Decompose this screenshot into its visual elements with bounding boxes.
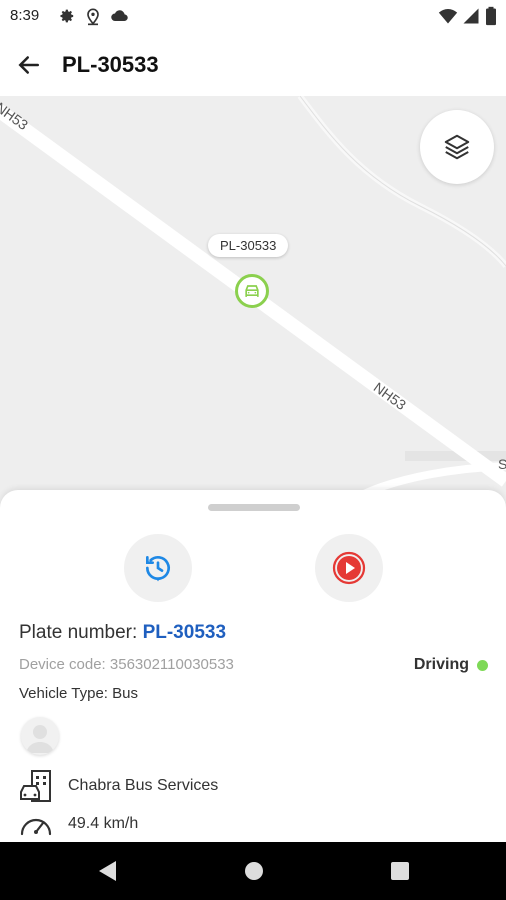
history-icon xyxy=(146,556,170,582)
layers-icon xyxy=(444,134,470,160)
avatar[interactable] xyxy=(21,717,59,755)
road-label-s: S xyxy=(498,456,506,472)
map-view[interactable]: NH53 NH53 S PL-30533 xyxy=(0,96,506,516)
location-pin-icon xyxy=(87,8,99,26)
arrow-left-icon[interactable] xyxy=(14,50,44,80)
plate-number: Plate number: PL-30533 xyxy=(19,622,226,644)
plate-label: Plate number: xyxy=(19,622,143,643)
recents-square-icon[interactable] xyxy=(389,859,411,883)
back-triangle-icon[interactable] xyxy=(96,859,118,883)
company-name: Chabra Bus Services xyxy=(68,777,219,794)
status-time: 8:39 xyxy=(10,7,40,24)
plate-value: PL-30533 xyxy=(142,622,227,643)
company-row: Chabra Bus Services xyxy=(18,768,218,804)
cloud-icon xyxy=(111,10,128,22)
vehicle-marker[interactable] xyxy=(235,274,269,308)
vehicle-map-label: PL-30533 xyxy=(208,234,289,257)
building-vehicle-icon xyxy=(20,770,51,802)
vehicle-type: Vehicle Type: Bus xyxy=(19,685,138,702)
vehicle-info-sheet: Plate number: PL-30533 Device code: 3563… xyxy=(0,490,506,842)
gear-icon xyxy=(60,9,74,23)
play-icon xyxy=(332,551,366,585)
playback-button[interactable] xyxy=(315,534,383,602)
status-bar: 8:39 xyxy=(0,0,506,32)
page-title: PL-30533 xyxy=(62,52,159,77)
speed-row: 49.4 km/h xyxy=(18,810,138,838)
status-text: Driving xyxy=(413,656,469,673)
sheet-drag-handle[interactable] xyxy=(208,504,300,511)
layers-button[interactable] xyxy=(420,110,494,184)
home-circle-icon[interactable] xyxy=(243,859,265,883)
status-dot xyxy=(477,659,488,671)
system-nav-bar xyxy=(0,842,506,900)
speed-value: 49.4 km/h xyxy=(68,815,139,832)
signal-icon xyxy=(463,8,479,24)
battery-icon xyxy=(486,6,496,26)
user-avatar-icon xyxy=(26,725,54,753)
wifi-icon xyxy=(438,9,458,24)
speedometer-icon xyxy=(20,818,52,836)
car-icon xyxy=(245,285,259,297)
device-code: Device code: 356302110030533 xyxy=(19,656,234,673)
app-bar: PL-30533 xyxy=(0,32,506,96)
status-indicator: Driving xyxy=(414,656,488,674)
history-button[interactable] xyxy=(124,534,192,602)
